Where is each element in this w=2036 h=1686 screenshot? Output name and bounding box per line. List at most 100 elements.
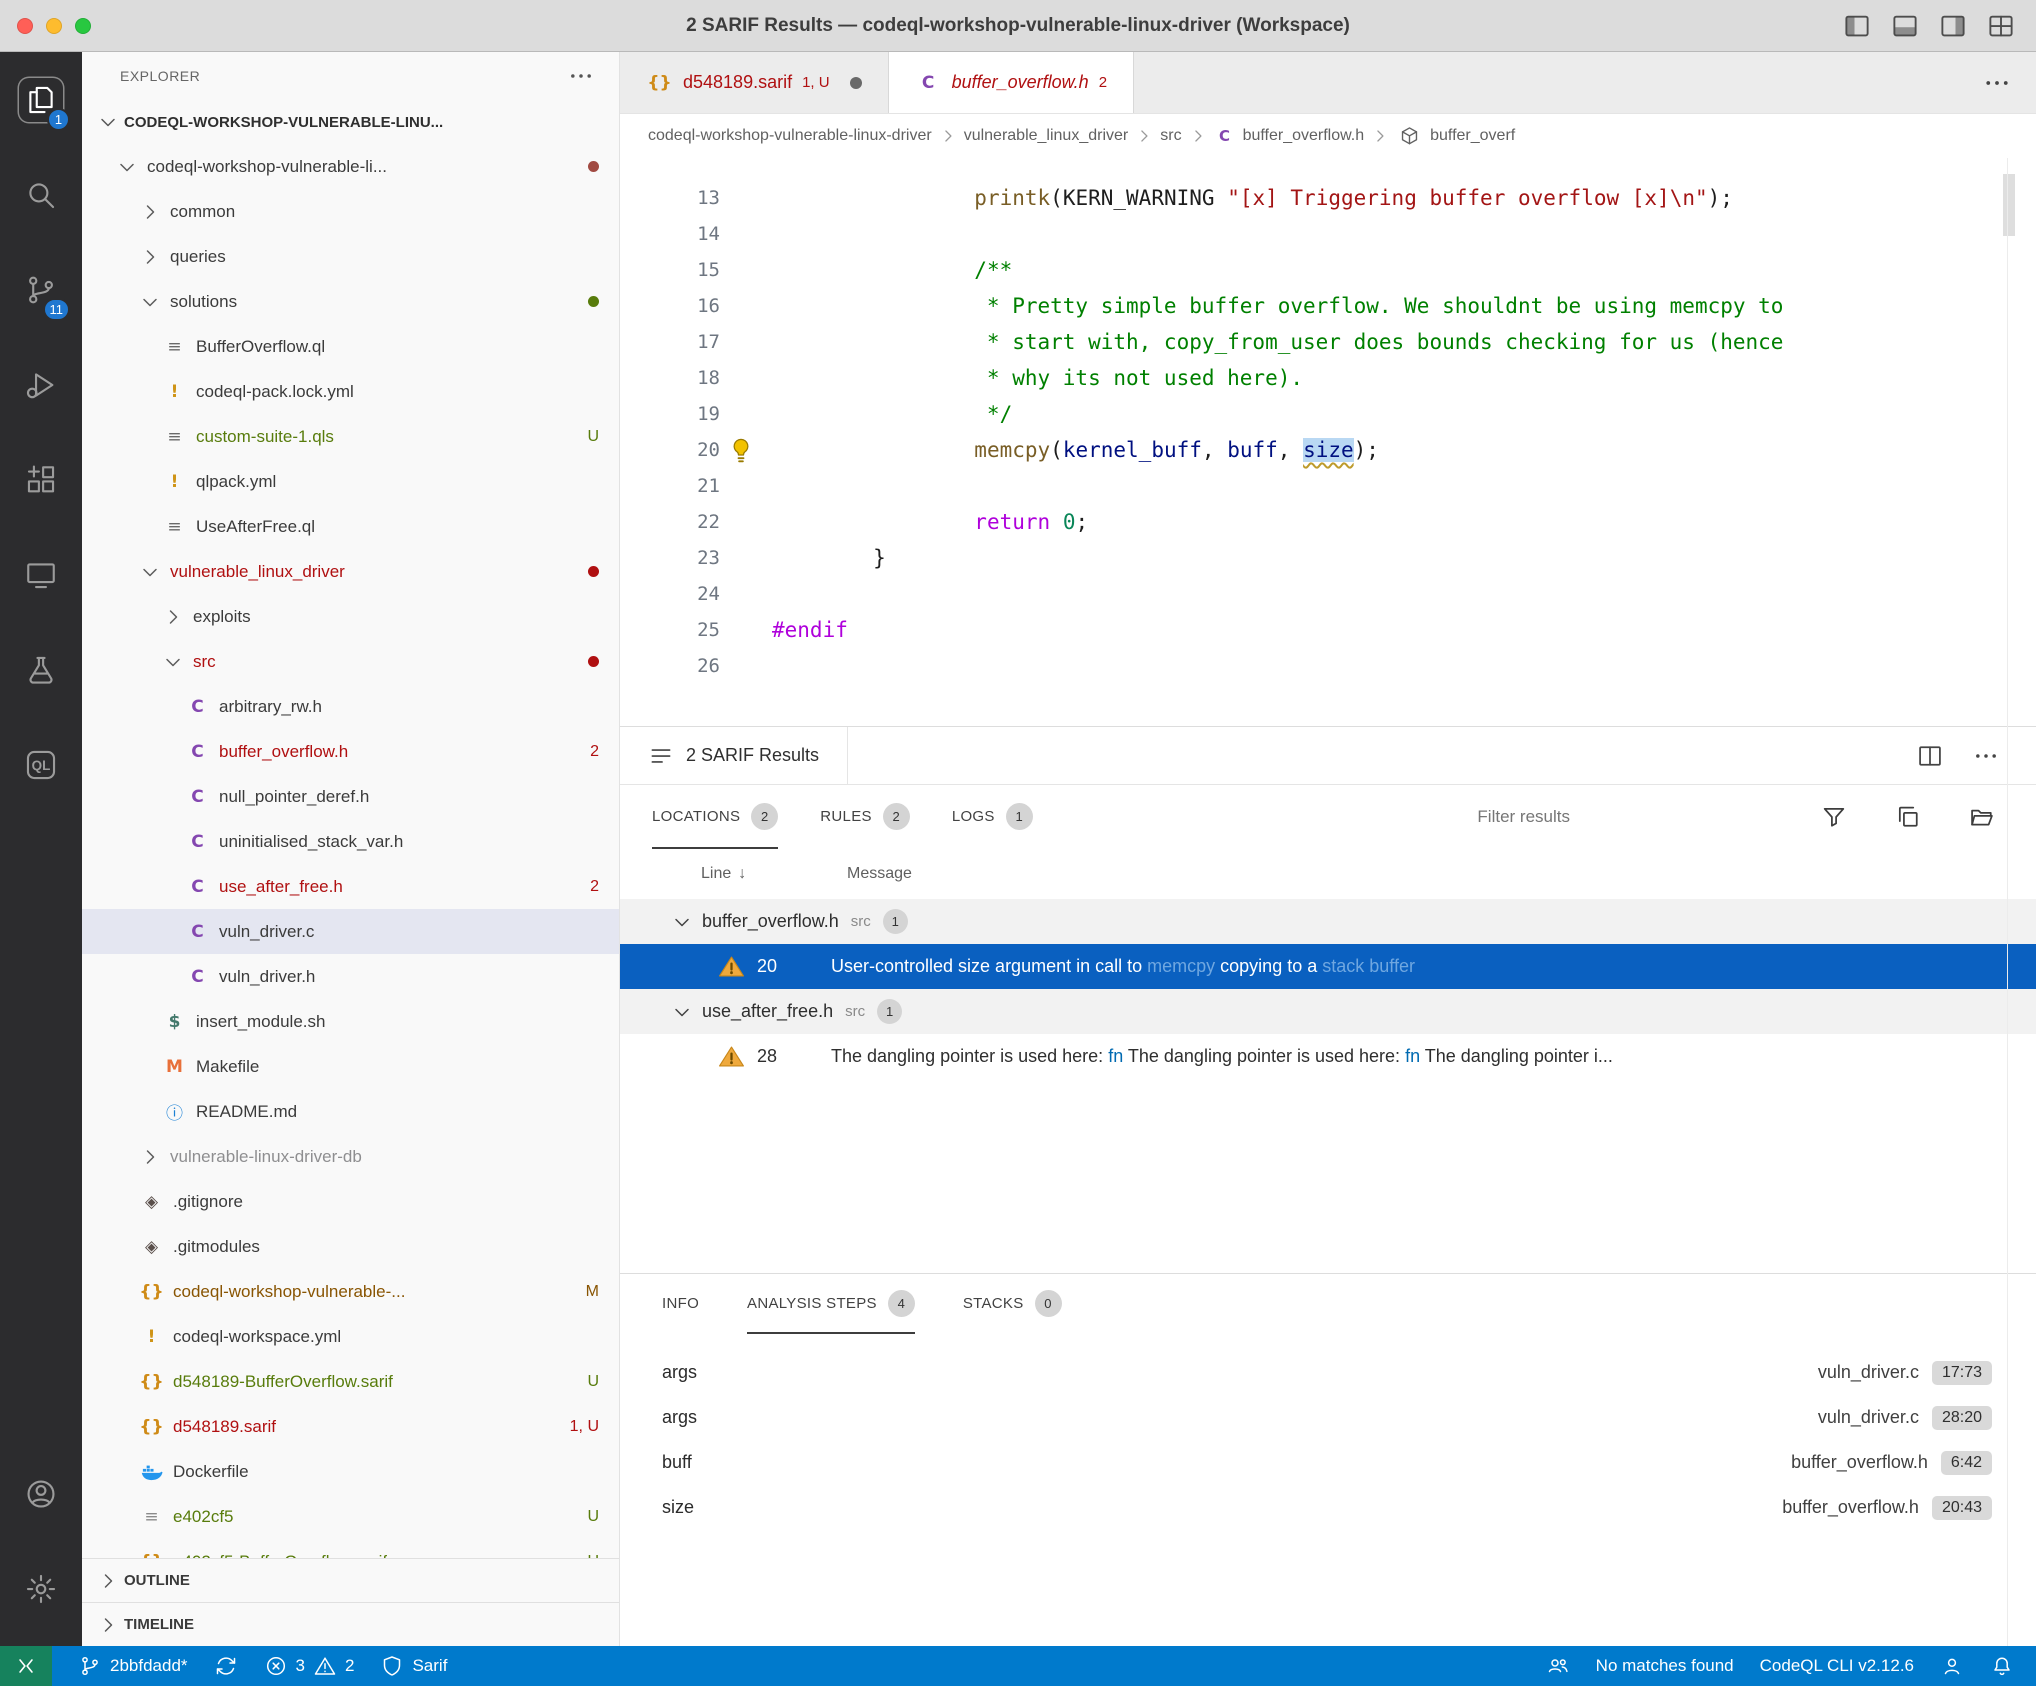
message-link[interactable]: memcpy [1147, 956, 1215, 976]
split-panel-icon[interactable] [1916, 742, 1944, 770]
customize-layout-icon[interactable] [1986, 11, 2016, 41]
tree-item-gitignore[interactable]: ◈.gitignore [82, 1179, 619, 1224]
activity-bar-item-explorer[interactable]: 1 [0, 52, 82, 147]
result-row-line-20[interactable]: 20User-controlled size argument in call … [620, 944, 2036, 989]
tree-item-src[interactable]: src [82, 639, 619, 684]
lightbulb-icon[interactable] [726, 435, 756, 465]
problems-status[interactable]: 3 2 [264, 1654, 355, 1678]
activity-bar-item-settings[interactable] [0, 1541, 82, 1636]
breadcrumb-buffer-overf[interactable]: buffer_overf [1396, 125, 1515, 147]
tree-item-codeql-workshop-vulnerable[interactable]: {}codeql-workshop-vulnerable-...M [82, 1269, 619, 1314]
line-column-header[interactable]: Line [701, 865, 731, 883]
analysis-step-args-28-20[interactable]: argsvuln_driver.c28:20 [620, 1395, 2036, 1440]
tree-item-dockerfile[interactable]: Dockerfile [82, 1449, 619, 1494]
result-group-buffer-overflow-h[interactable]: buffer_overflow.hsrc1 [620, 899, 2036, 944]
tree-item-e402cf5[interactable]: ≡e402cf5U [82, 1494, 619, 1539]
toggle-sidebar-icon[interactable] [1842, 11, 1872, 41]
workspace-root-row[interactable]: CODEQL-WORKSHOP-VULNERABLE-LINU... [82, 100, 619, 144]
breadcrumb-src[interactable]: src [1160, 127, 1181, 145]
activity-bar-item-remote-explorer[interactable] [0, 527, 82, 622]
activity-bar-item-testing[interactable] [0, 622, 82, 717]
remote-indicator[interactable] [0, 1646, 52, 1686]
toggle-panel-icon[interactable] [1890, 11, 1920, 41]
tree-item-solutions[interactable]: solutions [82, 279, 619, 324]
details-tab-info[interactable]: INFO [662, 1274, 699, 1334]
filter-icon[interactable] [1820, 803, 1848, 831]
activity-bar-item-accounts[interactable] [0, 1446, 82, 1541]
tree-item-vuln-driver-h[interactable]: Cvuln_driver.h [82, 954, 619, 999]
panel-title-tab[interactable]: 2 SARIF Results [620, 727, 848, 784]
tree-item-vulnerable-linux-driver[interactable]: vulnerable_linux_driver [82, 549, 619, 594]
tree-item-exploits[interactable]: exploits [82, 594, 619, 639]
feedback-status[interactable] [1940, 1654, 1964, 1678]
branch-status[interactable]: 2bbfdadd* [78, 1654, 188, 1678]
tree-item-vulnerable-linux-driver-db[interactable]: vulnerable-linux-driver-db [82, 1134, 619, 1179]
tree-item-custom-suite-1-qls[interactable]: ≡custom-suite-1.qlsU [82, 414, 619, 459]
breadcrumb-codeql-workshop-vulnerable-linux-driver[interactable]: codeql-workshop-vulnerable-linux-driver [648, 127, 932, 145]
sidebar-section-outline[interactable]: OUTLINE [82, 1558, 619, 1602]
breadcrumb-buffer-overflow-h[interactable]: Cbuffer_overflow.h [1214, 126, 1365, 146]
tree-item-queries[interactable]: queries [82, 234, 619, 279]
tree-item-null-pointer-deref-h[interactable]: Cnull_pointer_deref.h [82, 774, 619, 819]
toggle-secondary-sidebar-icon[interactable] [1938, 11, 1968, 41]
tree-item-insert-module-sh[interactable]: $insert_module.sh [82, 999, 619, 1044]
tree-item-codeql-workspace-yml[interactable]: !codeql-workspace.yml [82, 1314, 619, 1359]
close-window-button[interactable] [17, 18, 33, 34]
tree-item-useafterfree-ql[interactable]: ≡UseAfterFree.ql [82, 504, 619, 549]
message-link[interactable]: fn [1405, 1046, 1420, 1066]
activity-bar-item-extensions[interactable] [0, 432, 82, 527]
dirty-indicator-icon[interactable] [850, 77, 862, 89]
message-link[interactable]: stack buffer [1322, 956, 1415, 976]
sidebar-section-timeline[interactable]: TIMELINE [82, 1602, 619, 1646]
activity-bar-item-run-debug[interactable] [0, 337, 82, 432]
sarif-status[interactable]: Sarif [380, 1654, 447, 1678]
result-group-use-after-free-h[interactable]: use_after_free.hsrc1 [620, 989, 2036, 1034]
copy-icon[interactable] [1894, 803, 1922, 831]
analysis-step-args-17-73[interactable]: argsvuln_driver.c17:73 [620, 1350, 2036, 1395]
analysis-step-size-20-43[interactable]: sizebuffer_overflow.h20:43 [620, 1485, 2036, 1530]
explorer-more-actions-icon[interactable] [567, 62, 595, 90]
tab-buffer-overflow-h[interactable]: Cbuffer_overflow.h2 [889, 52, 1134, 113]
tree-item-arbitrary-rw-h[interactable]: Carbitrary_rw.h [82, 684, 619, 729]
tree-item-uninitialised-stack-var-h[interactable]: Cuninitialised_stack_var.h [82, 819, 619, 864]
tree-item-d548189-sarif[interactable]: {}d548189.sarif1, U [82, 1404, 619, 1449]
analysis-step-buff-6-42[interactable]: buffbuffer_overflow.h6:42 [620, 1440, 2036, 1485]
breadcrumb-vulnerable-linux-driver[interactable]: vulnerable_linux_driver [964, 127, 1129, 145]
activity-bar-item-codeql[interactable]: QL [0, 717, 82, 812]
panel-more-icon[interactable] [1972, 742, 2000, 770]
activity-bar-item-search[interactable] [0, 147, 82, 242]
sync-status[interactable] [214, 1654, 238, 1678]
tabs-more-icon[interactable] [1982, 68, 2012, 98]
tree-item-common[interactable]: common [82, 189, 619, 234]
tree-item-qlpack-yml[interactable]: !qlpack.yml [82, 459, 619, 504]
panel-tab-rules[interactable]: RULES2 [820, 785, 910, 849]
panel-tab-logs[interactable]: LOGS1 [952, 785, 1033, 849]
tree-item-readme-md[interactable]: ⓘREADME.md [82, 1089, 619, 1134]
details-tab-stacks[interactable]: STACKS0 [963, 1274, 1062, 1334]
tree-item-vuln-driver-c[interactable]: Cvuln_driver.c [82, 909, 619, 954]
open-log-folder-icon[interactable] [1968, 803, 1996, 831]
notifications-status[interactable] [1990, 1654, 2014, 1678]
code-editor[interactable]: 1314151617181920212223242526 printk(KERN… [620, 158, 2036, 726]
tree-item-bufferoverflow-ql[interactable]: ≡BufferOverflow.ql [82, 324, 619, 369]
tree-item-d548189-bufferoverflow-sarif[interactable]: {}d548189-BufferOverflow.sarifU [82, 1359, 619, 1404]
panel-tab-locations[interactable]: LOCATIONS2 [652, 785, 778, 849]
tree-item-e402cf5-bufferoverflow-sarif[interactable]: {}e402cf5-BufferOverflow.sarifU [82, 1539, 619, 1558]
people-status[interactable] [1546, 1654, 1570, 1678]
tree-item-buffer-overflow-h[interactable]: Cbuffer_overflow.h2 [82, 729, 619, 774]
filter-results-input[interactable]: Filter results [1477, 807, 1570, 827]
minimize-window-button[interactable] [46, 18, 62, 34]
codeql-cli-status[interactable]: CodeQL CLI v2.12.6 [1760, 1656, 1914, 1676]
zoom-window-button[interactable] [75, 18, 91, 34]
tree-item-use-after-free-h[interactable]: Cuse_after_free.h2 [82, 864, 619, 909]
tree-item-gitmodules[interactable]: ◈.gitmodules [82, 1224, 619, 1269]
tree-item-codeql-pack-lock-yml[interactable]: !codeql-pack.lock.yml [82, 369, 619, 414]
tab-d548189-sarif[interactable]: {}d548189.sarif1, U [620, 52, 889, 113]
tree-item-makefile[interactable]: MMakefile [82, 1044, 619, 1089]
message-link[interactable]: fn [1108, 1046, 1123, 1066]
matches-status[interactable]: No matches found [1596, 1656, 1734, 1676]
tree-item-codeql-workshop-vulnerable-li[interactable]: codeql-workshop-vulnerable-li... [82, 144, 619, 189]
result-row-line-28[interactable]: 28The dangling pointer is used here: fn … [620, 1034, 2036, 1079]
message-column-header[interactable]: Message [847, 865, 912, 883]
details-tab-analysis-steps[interactable]: ANALYSIS STEPS4 [747, 1274, 915, 1334]
